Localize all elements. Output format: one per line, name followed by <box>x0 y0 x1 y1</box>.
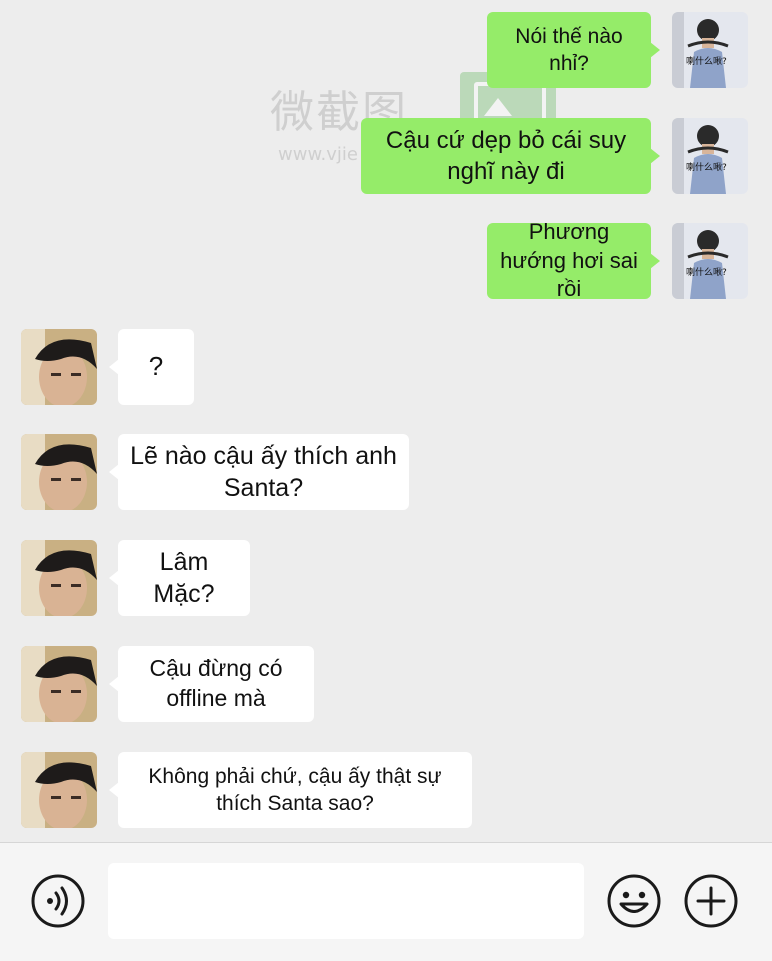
contact-avatar[interactable] <box>21 540 97 616</box>
message-bubble[interactable]: Không phải chứ, cậu ấy thật sự thích San… <box>109 752 472 828</box>
avatar-caption: 喇什么啾? <box>686 161 727 173</box>
contact-avatar[interactable] <box>21 434 97 510</box>
voice-icon <box>31 874 85 928</box>
message-text: Cậu đừng có offline mà <box>149 655 283 711</box>
chat-area: 微截图 www.vjie Nói thế nào nhỉ? 喇什么啾? Cậu <box>0 0 772 842</box>
self-avatar[interactable]: 喇什么啾? <box>672 223 748 299</box>
message-input[interactable] <box>108 863 584 939</box>
self-avatar[interactable]: 喇什么啾? <box>672 12 748 88</box>
message-bubble[interactable]: Nói thế nào nhỉ? <box>487 12 660 88</box>
emoji-icon <box>607 874 661 928</box>
message-text: Lẽ nào cậu ấy thích anh Santa? <box>130 441 397 503</box>
message-text: Cậu cứ dẹp bỏ cái suy nghĩ này đi <box>385 126 627 185</box>
input-toolbar <box>0 842 772 961</box>
message-bubble[interactable]: Cậu đừng có offline mà <box>109 646 314 722</box>
contact-avatar[interactable] <box>21 646 97 722</box>
message-bubble[interactable]: ? <box>109 329 194 405</box>
voice-button[interactable] <box>30 873 86 929</box>
avatar-caption: 喇什么啾? <box>686 266 727 278</box>
message-text: ? <box>148 351 164 382</box>
message-bubble[interactable]: Phương hướng hơi sai rồi <box>487 219 660 301</box>
watermark-url: www.vjie <box>278 144 358 165</box>
plus-button[interactable] <box>683 873 739 929</box>
contact-avatar[interactable] <box>21 329 97 405</box>
message-text: Lâm Mặc? <box>153 547 215 609</box>
emoji-button[interactable] <box>606 873 662 929</box>
message-text: Nói thế nào nhỉ? <box>515 24 623 75</box>
avatar-caption: 喇什么啾? <box>686 55 727 67</box>
message-bubble[interactable]: Lẽ nào cậu ấy thích anh Santa? <box>109 434 409 510</box>
plus-icon <box>684 874 738 928</box>
self-avatar[interactable]: 喇什么啾? <box>672 118 748 194</box>
message-text: Phương hướng hơi sai rồi <box>500 219 638 302</box>
contact-avatar[interactable] <box>21 752 97 828</box>
message-bubble[interactable]: Lâm Mặc? <box>109 540 250 616</box>
message-bubble[interactable]: Cậu cứ dẹp bỏ cái suy nghĩ này đi <box>361 118 660 194</box>
message-text: Không phải chứ, cậu ấy thật sự thích San… <box>148 764 442 815</box>
